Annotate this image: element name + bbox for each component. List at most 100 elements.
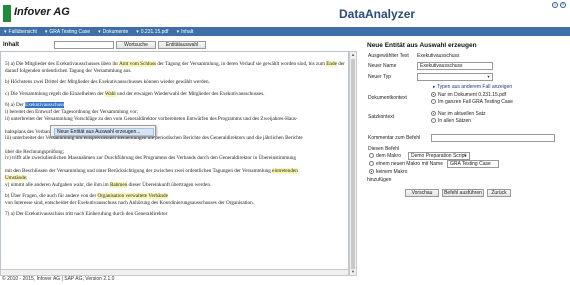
sentence-context-option-current[interactable]: Nur im aktuellen Satz [431,111,486,117]
header-icons: i ? [552,2,566,8]
new-name-label: Neuer Name [368,63,397,69]
horizontal-scrollbar[interactable] [0,269,349,276]
macro-option-label: dem Makro [376,153,402,159]
macro-select[interactable]: Demo Preparation Script ▼ [408,152,470,160]
footer: © 2010 - 2015, Infover AG | SAP AG, Vers… [2,276,115,282]
radio-icon [369,161,374,167]
breadcrumb-item-documents[interactable]: ▾ Dokumente [98,29,128,35]
preview-button[interactable]: Vorschau [405,189,439,197]
sentence-context-option-label: Nur im aktuellen Satz [438,111,486,117]
macro-option-label: einem neuen Makro mit Name [376,161,443,167]
text-run: v) nimmt alle anderen Aufgaben wahr, die… [5,181,110,188]
radio-selected-icon [431,111,436,117]
text-run: dieser Übereinkunft übertragen werden. [127,181,212,188]
chevron-down-icon: ▾ [136,28,139,35]
breadcrumb-label: Inhalt [181,28,194,35]
chevron-down-icon: ▼ [486,74,491,79]
breadcrumb-label: Dokumente [102,28,129,35]
highlighted-entity[interactable]: Wahl [104,90,116,97]
sentence-context-label: Satzkontext [368,114,395,120]
other-case-types-link[interactable]: ▸ Typen aus anderem Fall anzeigen [433,84,512,90]
macro-option-label: keinem Makro [376,169,408,175]
selected-text-label: Ausgewählter Text [368,53,409,59]
doc-context-option-document[interactable]: Nur im Dokument 0.231.15.pdf [431,92,506,98]
doc-context-option-case[interactable]: Im ganzen Fall GRA Testing Case [431,99,513,105]
breadcrumb-item-case[interactable]: ▾ GRA Testing Case [45,29,90,35]
scrollbar-thumb[interactable] [351,59,355,269]
header: Infover AG DataAnalyzer i ? [0,0,570,27]
other-case-types-label: Typen aus anderem Fall anzeigen [436,84,513,90]
text-run: c) Die Versammlung regelt die Einzelheit… [5,90,105,97]
chevron-down-icon: ▾ [4,28,7,35]
breadcrumb-item-content[interactable]: ▾ Inhalt [177,29,194,35]
text-run: b) Über Fragen, die auch für andere von … [5,193,98,200]
sentence-context-option-label: In allen Sätzen [438,118,472,124]
new-name-input[interactable]: Exekutivausschuss [417,62,493,70]
scroll-up-icon[interactable]: ▲ [350,52,356,58]
radio-selected-icon [431,92,436,98]
comment-label: Kommentar zum Befehl [368,135,421,141]
vertical-scrollbar[interactable]: ▲ ▼ [349,51,357,276]
comment-input[interactable] [431,134,555,142]
highlighted-entity[interactable]: Rahmen [109,181,128,188]
context-menu: Neue Entität aus Auswahl erzeugen... [50,125,156,137]
help-icon[interactable]: ? [560,2,566,8]
macro-option-new[interactable]: einem neuen Makro mit Name [369,161,443,167]
logo-text: Infover AG [14,6,70,18]
chevron-down-icon: ▾ [98,28,101,35]
doc-context-option-label: Nur im Dokument 0.231.15.pdf [438,92,507,98]
sentence-context-option-all[interactable]: In allen Sätzen [431,118,471,124]
text-run: ; [26,174,28,181]
execute-button[interactable]: Befehl ausführen [442,189,484,197]
radio-icon [431,118,436,124]
document-text: 5) a) Die Mitglieder des Exekutivausschu… [5,61,345,223]
text-run: b) Höchstens zwei Drittel der Mitglieder… [5,79,210,86]
entity-selection-button[interactable]: Entitätauswahl [158,41,206,49]
content-panel: Inhalt Wortsuche Entitätauswahl 5) a) Di… [0,38,357,276]
new-type-select[interactable]: ▼ [417,73,493,81]
form-title: Neue Entität aus Auswahl erzeugen [367,42,477,49]
add-label: hinzufügen [367,177,392,183]
selected-text-value: Exekutivausschuss [417,53,460,59]
radio-icon [431,99,436,105]
text-run: und der etwaigen Wiederwahl der Mitglied… [115,90,265,97]
radio-selected-icon [369,169,374,175]
macro-select-value: Demo Preparation Script [411,153,466,159]
macro-option-none[interactable]: keinem Makro [369,169,407,175]
document-paragraph: c) Die Versammlung regelt die Einzelheit… [5,90,345,98]
back-button[interactable]: Zurück [487,189,511,197]
search-input[interactable] [54,41,114,49]
highlighted-entity[interactable]: Umstände [5,174,27,181]
highlighted-entity[interactable]: Ende [326,61,337,67]
document-paragraph: b) Höchstens zwei Drittel der Mitglieder… [5,79,345,86]
scroll-down-icon[interactable]: ▼ [350,269,356,275]
word-search-button[interactable]: Wortsuche [116,41,156,49]
document-paragraph: 7) a) Der Exekutivausschuss tritt nach E… [5,211,345,218]
command-label: Diesen Befehl [368,146,400,152]
text-run: mit den Beschlüssen der Versammlung und … [5,168,273,175]
text-run: 5) a) Die Mitglieder des Exekutivausschu… [5,61,120,67]
content-panel-title: Inhalt [3,42,19,48]
macro-option-existing[interactable]: dem Makro [369,153,401,159]
doc-context-option-label: Im ganzen Fall GRA Testing Case [438,99,513,105]
breadcrumb-item-document[interactable]: ▾ 0.231.15.pdf [136,29,168,35]
breadcrumb-item-cases[interactable]: ▾ Fallübersicht [4,29,37,35]
highlighted-entity[interactable]: eintretenden [272,168,298,175]
document-paragraph: 6) a) Der Exekutivausschuss i) bereitet d… [5,102,345,188]
highlighted-entity[interactable]: Amt vom Schluss [119,61,157,67]
chevron-down-icon: ▼ [463,153,468,158]
selected-text[interactable]: Exekutivausschuss [25,102,65,109]
radio-icon [369,153,374,159]
logo: Infover AG [3,5,70,22]
entity-form-panel: Neue Entität aus Auswahl erzeugen Ausgew… [365,38,565,276]
info-icon[interactable]: i [552,2,558,8]
breadcrumb: ▾ Fallübersicht ▾ GRA Testing Case ▾ Dokume… [0,27,570,36]
app-window: Infover AG DataAnalyzer i ? ▾ Fallübersic… [0,0,570,285]
context-menu-create-entity[interactable]: Neue Entität aus Auswahl erzeugen... [54,128,154,136]
document-viewer[interactable]: 5) a) Die Mitglieder des Exekutivausschu… [0,51,349,276]
breadcrumb-label: 0.231.15.pdf [140,28,169,35]
text-run: 7) a) Der Exekutivausschuss tritt nach E… [5,211,168,218]
doc-context-label: Dokumentkontext [368,95,407,101]
highlighted-entity[interactable]: Organisation verwaltete Verbände [97,193,168,200]
new-macro-name-input[interactable]: GRA Testing Case [447,160,499,168]
